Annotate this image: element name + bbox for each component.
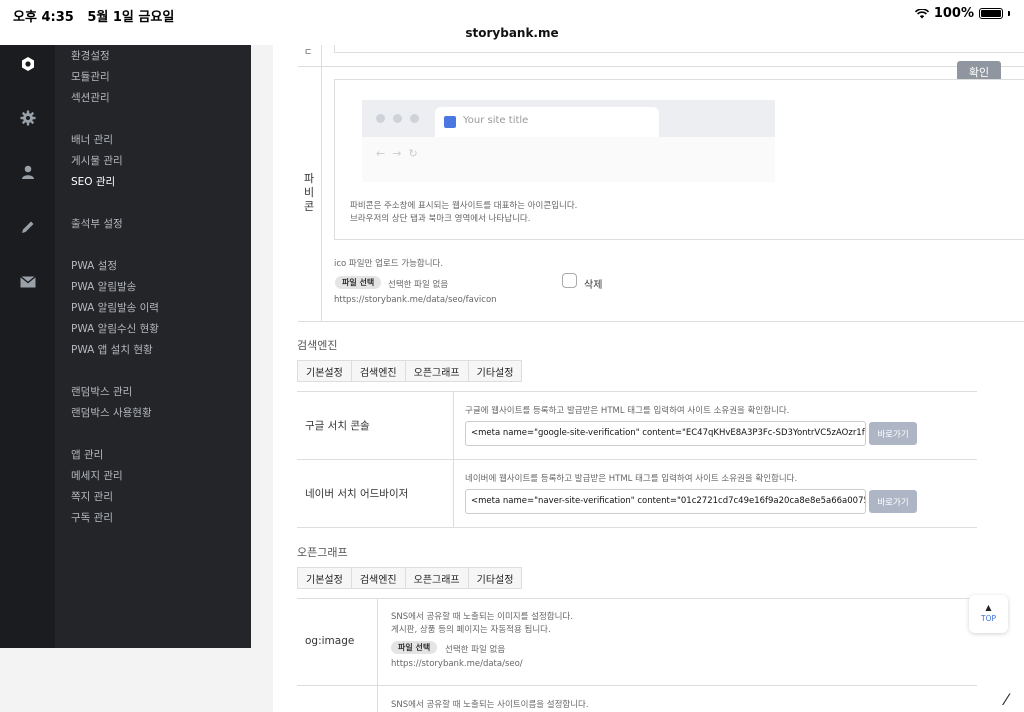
side-menu: 환경설정 모듈관리 섹션관리 배너 관리 게시물 관리 SEO 관리 출석부 설…	[55, 45, 251, 648]
menu-item-pwa-push-history[interactable]: PWA 알림발송 이력	[71, 300, 159, 315]
menu-item-posts[interactable]: 게시물 관리	[71, 153, 123, 168]
menu-item-module[interactable]: 모듈관리	[71, 69, 110, 84]
reload-icon: ↻	[408, 147, 425, 160]
status-right: 100%	[914, 6, 1010, 21]
tab-etc[interactable]: 기타설정	[467, 360, 523, 382]
menu-item-env[interactable]: 환경설정	[71, 48, 110, 63]
favicon-path: https://storybank.me/data/seo/favicon	[334, 295, 497, 305]
icon-rail	[0, 45, 55, 648]
og-image-desc-1: SNS에서 공유할 때 노출되는 이미지를 설정합니다.	[391, 612, 573, 622]
browser-preview: Your site title ←→↻	[362, 100, 775, 182]
hexagon-icon[interactable]	[18, 54, 38, 74]
window-dot	[376, 114, 385, 123]
og-image-desc-2: 게시판, 상품 등의 페이지는 자동적용 됩니다.	[391, 625, 551, 635]
og-image-label: og:image	[305, 635, 355, 647]
url-text: storybank.me	[465, 26, 559, 40]
og-sitename-desc: SNS에서 공유할 때 노출되는 사이트이름을 설정합니다.	[391, 700, 589, 710]
delete-checkbox[interactable]	[562, 273, 577, 288]
forward-icon: →	[392, 147, 409, 160]
menu-item-pwa-install[interactable]: PWA 앱 설치 현황	[71, 342, 153, 357]
status-time: 오후 4:35 5월 1일 금요일	[13, 10, 175, 25]
menu-item-subscribe[interactable]: 구독 관리	[71, 510, 113, 525]
user-icon[interactable]	[18, 162, 38, 182]
pencil-icon[interactable]	[18, 217, 38, 237]
tab-search-engine[interactable]: 검색엔진	[350, 567, 406, 589]
open-graph-tabs: 기본설정 검색엔진 오픈그래프 기타설정	[297, 567, 523, 589]
search-engine-tabs: 기본설정 검색엔진 오픈그래프 기타설정	[297, 360, 523, 382]
arrow-up-icon: ▲	[985, 603, 992, 612]
menu-item-section[interactable]: 섹션관리	[71, 90, 110, 105]
tab-etc[interactable]: 기타설정	[467, 567, 523, 589]
menu-item-app[interactable]: 앱 관리	[71, 447, 103, 462]
browser-nav-icons: ←→↻	[376, 147, 425, 160]
favicon-no-file: 선택한 파일 없음	[388, 280, 449, 290]
tab-open-graph[interactable]: 오픈그래프	[404, 567, 469, 589]
favicon-desc-2: 브라우저의 상단 탭과 북마크 영역에서 나타납니다.	[350, 214, 531, 224]
og-image-path: https://storybank.me/data/seo/	[391, 659, 523, 669]
menu-item-pwa-settings[interactable]: PWA 설정	[71, 258, 117, 273]
open-graph-title: 오픈그래프	[297, 546, 348, 559]
google-shortcut-button[interactable]: 바로가기	[869, 422, 917, 445]
menu-item-message[interactable]: 메세지 관리	[71, 468, 123, 483]
battery-percent: 100%	[933, 6, 974, 21]
window-dot	[393, 114, 402, 123]
browser-tab: Your site title	[435, 107, 659, 137]
mail-icon[interactable]	[18, 272, 38, 292]
pencil-cursor-icon: ⁄	[1005, 690, 1008, 709]
menu-item-pwa-receive[interactable]: PWA 알림수신 현황	[71, 321, 159, 336]
preview-site-title: Your site title	[463, 115, 529, 126]
tab-open-graph[interactable]: 오픈그래프	[404, 360, 469, 382]
ico-only-text: ico 파일만 업로드 가능합니다.	[334, 259, 444, 269]
menu-item-seo[interactable]: SEO 관리	[71, 174, 115, 189]
window-dot	[410, 114, 419, 123]
menu-item-randombox[interactable]: 랜덤박스 관리	[71, 384, 132, 399]
google-hint: 구글에 웹사이트를 등록하고 발급받은 HTML 태그를 입력하여 사이트 소유…	[465, 406, 790, 416]
menu-item-banner[interactable]: 배너 관리	[71, 132, 113, 147]
tab-basic[interactable]: 기본설정	[297, 567, 352, 589]
delete-label: 삭제	[584, 280, 603, 291]
google-verification-input[interactable]: <meta name="google-site-verification" co…	[465, 421, 866, 446]
naver-verification-input[interactable]: <meta name="naver-site-verification" con…	[465, 489, 866, 514]
menu-item-note[interactable]: 쪽지 관리	[71, 489, 113, 504]
tab-search-engine[interactable]: 검색엔진	[350, 360, 406, 382]
top-label: TOP	[980, 614, 996, 623]
favicon-desc-1: 파비콘은 주소창에 표시되는 웹사이트를 대표하는 아이콘입니다.	[350, 201, 578, 211]
naver-shortcut-button[interactable]: 바로가기	[869, 490, 917, 513]
menu-item-randombox-usage[interactable]: 랜덤박스 사용현황	[71, 405, 152, 420]
menu-item-pwa-push[interactable]: PWA 알림발송	[71, 279, 136, 294]
battery-icon	[979, 8, 1003, 19]
status-date: 5월 1일 금요일	[87, 10, 175, 25]
tab-basic[interactable]: 기본설정	[297, 360, 352, 382]
back-icon: ←	[376, 147, 393, 160]
scroll-top-button[interactable]: ▲ TOP	[969, 595, 1008, 633]
status-bar: 오후 4:35 5월 1일 금요일 100%	[0, 0, 1024, 26]
wifi-icon	[914, 8, 929, 19]
og-image-no-file: 선택한 파일 없음	[445, 645, 506, 655]
og-image-file-button[interactable]: 파일 선택	[391, 641, 438, 654]
menu-item-attendance[interactable]: 출석부 설정	[71, 216, 123, 231]
favicon-label: 파비콘	[303, 172, 315, 213]
search-engine-title: 검색엔진	[297, 339, 338, 352]
naver-advisor-label: 네이버 서치 어드바이저	[305, 488, 409, 500]
naver-hint: 네이버에 웹사이트를 등록하고 발급받은 HTML 태그를 입력하여 사이트 소…	[465, 474, 798, 484]
favicon-file-button[interactable]: 파일 선택	[335, 276, 382, 289]
gear-icon[interactable]	[18, 108, 38, 128]
url-bar[interactable]: storybank.me	[0, 26, 1024, 45]
google-console-label: 구글 서치 콘솔	[305, 420, 370, 432]
favicon-icon	[444, 116, 456, 128]
